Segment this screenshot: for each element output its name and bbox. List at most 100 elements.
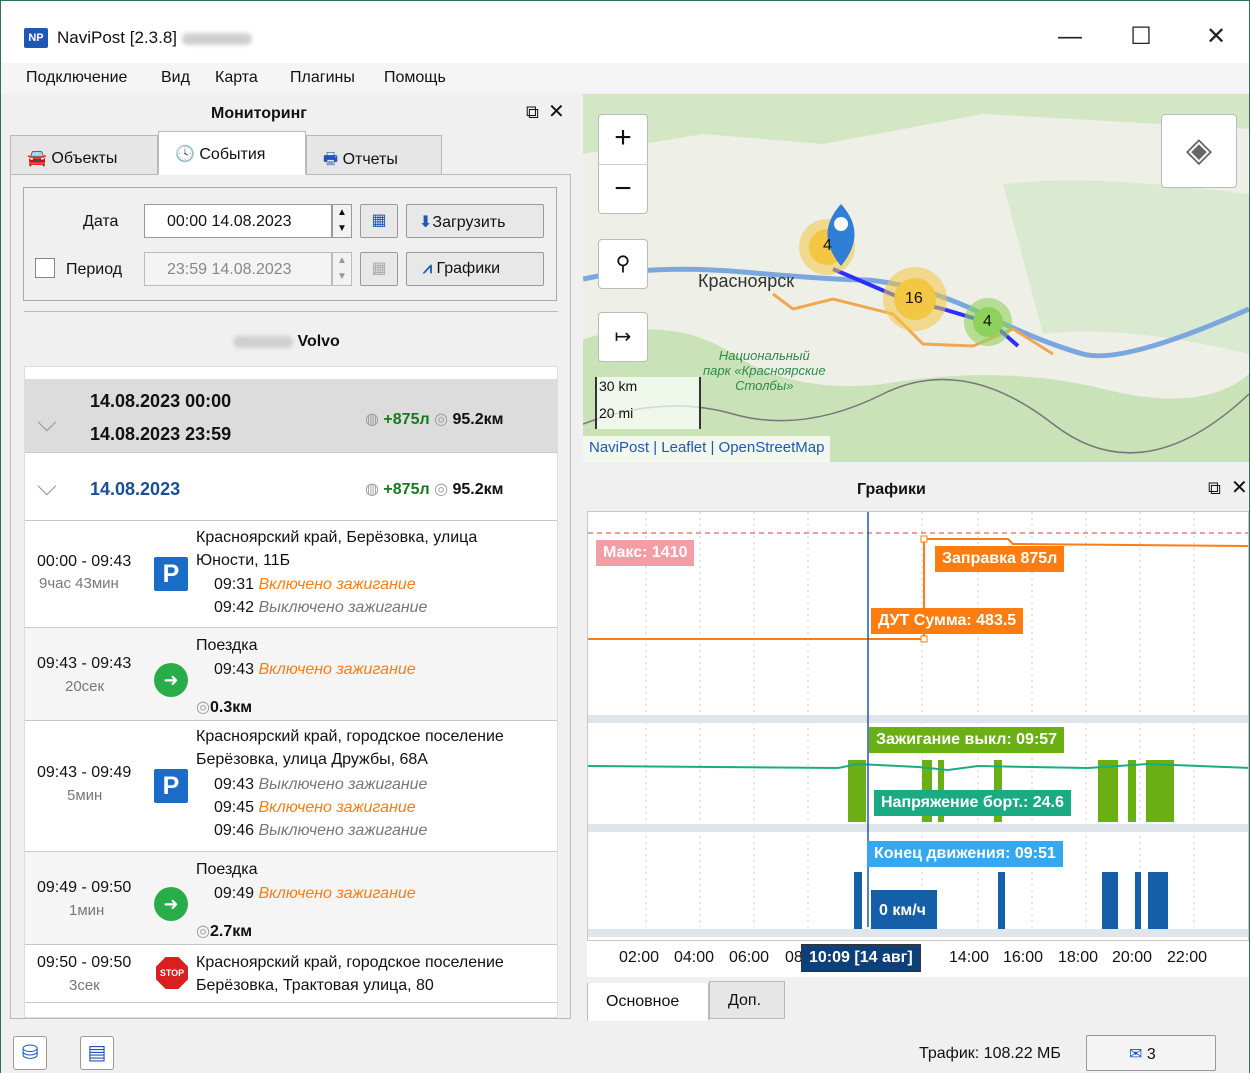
window-title: NaviPost [2.3.8] bbox=[57, 28, 252, 48]
map-attribution[interactable]: NaviPost | Leaflet | OpenStreetMap bbox=[583, 436, 831, 462]
car-icon: 🚘 bbox=[27, 150, 47, 167]
chart-splitter[interactable] bbox=[588, 715, 1249, 723]
event-row[interactable]: 09:49 - 09:50 1мин ➜ Поездка 09:49 Включ… bbox=[25, 852, 557, 945]
zoom-out-button[interactable]: − bbox=[598, 164, 648, 214]
map[interactable]: 4 16 4 Красноярск Национальный парк «Крас… bbox=[583, 94, 1249, 462]
clock-icon: 🕓 bbox=[175, 146, 195, 163]
menu-map[interactable]: Карта bbox=[215, 69, 258, 87]
max-label: Макс: 1410 bbox=[596, 540, 695, 566]
event-address: Красноярский край, городское поселение Бе… bbox=[196, 954, 504, 994]
x-tick: 06:00 bbox=[729, 949, 770, 966]
day-date: 14.08.2023 bbox=[90, 479, 181, 499]
menu-help[interactable]: Помощь bbox=[384, 69, 446, 87]
event-row[interactable]: 09:43 - 09:49 5мин P Красноярский край, … bbox=[25, 721, 557, 852]
cluster-count: 4 bbox=[823, 237, 832, 254]
app-window: NP NaviPost [2.3.8] — ☐ ✕ Подключение Ви… bbox=[0, 0, 1250, 1073]
charts-button[interactable]: ⩘ Графики bbox=[406, 252, 544, 286]
event-item: 09:46 Выключено зажигание bbox=[214, 822, 428, 839]
collapse-icon[interactable]: ⌵ bbox=[37, 471, 57, 503]
menu-connection[interactable]: Подключение bbox=[26, 69, 127, 87]
close-panel-icon[interactable]: ✕ bbox=[548, 99, 565, 124]
maximize-button[interactable]: ☐ bbox=[1118, 19, 1164, 55]
cluster-count: 4 bbox=[983, 313, 992, 330]
event-row[interactable]: 09:50 - 09:50 3сек STOP Красноярский кра… bbox=[25, 945, 557, 1003]
refuel-label: Заправка 875л bbox=[935, 546, 1065, 572]
trip-icon: ➜ bbox=[154, 887, 188, 921]
date-label: Дата bbox=[83, 213, 119, 230]
date-input[interactable]: 00:00 14.08.2023 bbox=[144, 204, 332, 238]
odometer-icon: ◎ bbox=[434, 411, 449, 428]
tab-events[interactable]: 🕓 События bbox=[158, 131, 306, 175]
search-icon[interactable]: ⚲ bbox=[598, 239, 648, 289]
x-tick: 14:00 bbox=[949, 949, 990, 966]
event-time: 09:43 - 09:49 bbox=[37, 764, 132, 781]
vehicle-name: Volvo bbox=[233, 333, 340, 351]
parking-icon: P bbox=[154, 769, 188, 803]
period-checkbox[interactable] bbox=[35, 258, 55, 278]
calendar-icon[interactable]: ▦ bbox=[360, 204, 398, 238]
menu-view[interactable]: Вид bbox=[161, 69, 190, 87]
motion-label: Конец движения: 09:51 bbox=[867, 841, 1063, 867]
odometer-icon: ◎ bbox=[196, 699, 210, 716]
menu-plugins[interactable]: Плагины bbox=[290, 69, 355, 87]
event-time: 09:43 - 09:43 bbox=[37, 655, 132, 672]
charts-area[interactable]: Макс: 1410 Заправка 875л ДУТ Сумма: 483.… bbox=[587, 511, 1249, 941]
cluster-count: 16 bbox=[905, 290, 923, 307]
date-spinner[interactable]: ▲ ▼ bbox=[332, 204, 352, 238]
cursor-time-label: 10:09 [14 авг] bbox=[801, 944, 921, 972]
summary-end: 14.08.2023 23:59 bbox=[90, 424, 232, 444]
event-item: 09:43 Включено зажигание bbox=[214, 661, 416, 678]
scale-km: 30 km bbox=[599, 378, 638, 394]
period-calendar-icon[interactable]: ▦ bbox=[360, 252, 398, 286]
tab-main[interactable]: Основное bbox=[587, 983, 709, 1021]
event-row[interactable]: 09:43 - 09:43 20сек ➜ Поездка 09:43 Вклю… bbox=[25, 628, 557, 721]
tab-reports[interactable]: 🖶 Отчеты bbox=[306, 135, 442, 175]
undock-icon[interactable]: ⧉ bbox=[1208, 478, 1221, 499]
chart-splitter[interactable] bbox=[588, 929, 1249, 937]
printer-icon: 🖶 bbox=[323, 151, 339, 168]
minimize-button[interactable]: — bbox=[1047, 19, 1093, 55]
tab-objects[interactable]: 🚘 Объекты bbox=[10, 135, 158, 175]
zoom-in-button[interactable]: + bbox=[598, 114, 648, 164]
scale-mi: 20 mi bbox=[599, 405, 634, 421]
x-tick: 16:00 bbox=[1003, 949, 1044, 966]
chart-splitter[interactable] bbox=[588, 824, 1249, 832]
event-distance: ◎0.3км bbox=[196, 699, 253, 716]
event-item: 09:45 Включено зажигание bbox=[214, 799, 416, 816]
summary-stats: ◍ +875л ◎ 95.2км bbox=[365, 411, 504, 428]
period-spinner[interactable]: ▲ ▼ bbox=[332, 252, 352, 286]
day-row[interactable]: ⌵ 14.08.2023 ◍ +875л ◎ 95.2км bbox=[25, 455, 557, 521]
event-duration: 20сек bbox=[65, 678, 105, 695]
traffic-label: Трафик: 108.22 МБ bbox=[919, 1045, 1061, 1062]
tab-extra[interactable]: Доп. bbox=[709, 981, 785, 1019]
event-duration: 3сек bbox=[69, 977, 100, 994]
ignition-label: Зажигание выкл: 09:57 bbox=[869, 727, 1065, 753]
event-title: Поездка bbox=[196, 861, 258, 878]
event-distance: ◎2.7км bbox=[196, 923, 253, 940]
layers-icon[interactable]: ◈ bbox=[1161, 114, 1237, 188]
event-row[interactable]: 00:00 - 09:43 9час 43мин P Красноярский … bbox=[25, 522, 557, 628]
app-logo: NP bbox=[24, 28, 48, 48]
event-duration: 5мин bbox=[67, 787, 103, 804]
clipboard-icon[interactable]: ▤ bbox=[80, 1036, 114, 1070]
speed-label: 0 км/ч bbox=[872, 898, 933, 924]
parking-icon: P bbox=[154, 557, 188, 591]
collapse-icon[interactable]: ⌵ bbox=[37, 407, 57, 439]
fuel-sum-label: ДУТ Сумма: 483.5 bbox=[871, 608, 1024, 634]
messages-button[interactable]: ✉ 3 bbox=[1086, 1035, 1216, 1071]
fuel-icon: ◍ bbox=[365, 481, 379, 498]
event-item: 09:42 Выключено зажигание bbox=[214, 599, 428, 616]
close-button[interactable]: ✕ bbox=[1193, 19, 1239, 55]
event-time: 09:49 - 09:50 bbox=[37, 879, 132, 896]
event-time: 00:00 - 09:43 bbox=[37, 553, 132, 570]
period-input[interactable]: 23:59 14.08.2023 bbox=[144, 252, 332, 286]
load-button[interactable]: ⬇Загрузить bbox=[406, 204, 544, 238]
summary-row[interactable]: ⌵ 14.08.2023 00:00 14.08.2023 23:59 ◍ +8… bbox=[25, 379, 557, 453]
odometer-icon: ◎ bbox=[434, 481, 449, 498]
close-panel-icon[interactable]: ✕ bbox=[1231, 475, 1248, 500]
route-icon[interactable]: ↦ bbox=[598, 312, 648, 362]
period-label: Период bbox=[66, 261, 123, 278]
undock-icon[interactable]: ⧉ bbox=[526, 102, 539, 123]
stop-icon: STOP bbox=[156, 957, 188, 989]
database-settings-icon[interactable]: ⛁ bbox=[13, 1036, 47, 1070]
